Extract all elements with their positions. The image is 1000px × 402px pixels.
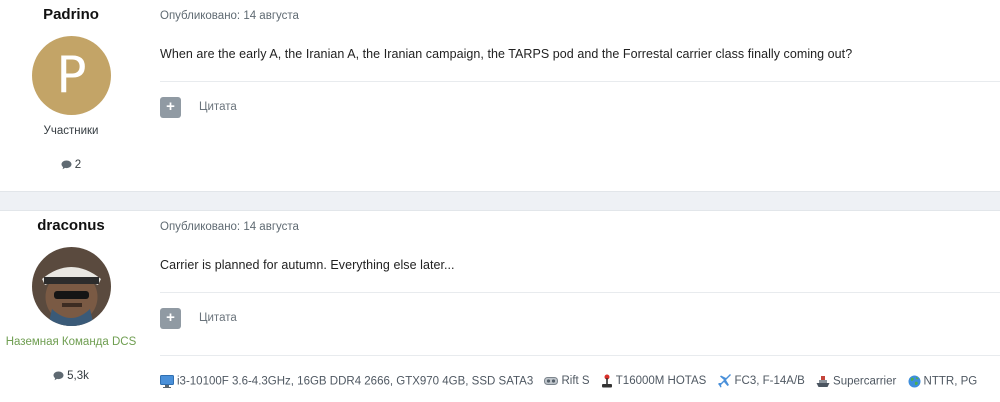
post-padrino: Padrino P Участники 2 Опубликовано: 14 а… <box>0 0 1000 191</box>
author-panel: draconus Наземная Команда DCS 5,3k <box>0 211 142 402</box>
globe-icon <box>908 375 921 387</box>
vr-headset-icon <box>544 376 559 385</box>
avatar-letter: P <box>32 36 111 115</box>
author-name[interactable]: Padrino <box>0 6 142 23</box>
post-body: When are the early A, the Iranian A, the… <box>160 47 853 61</box>
author-name[interactable]: draconus <box>0 217 142 234</box>
member-rank: Наземная Команда DCS <box>5 336 137 348</box>
divider <box>160 292 1000 293</box>
quote-button[interactable]: Цитата <box>199 101 237 113</box>
comment-icon <box>61 160 72 170</box>
joystick-icon <box>601 374 612 388</box>
monitor-icon <box>160 374 174 388</box>
comment-icon <box>53 371 64 381</box>
post-count[interactable]: 2 <box>0 159 142 171</box>
avatar[interactable]: P <box>32 36 111 115</box>
avatar-photo <box>32 247 111 326</box>
post-count-value: 5,3k <box>67 370 89 382</box>
signature-item: NTTR, PG <box>908 375 977 388</box>
author-panel: Padrino P Участники 2 <box>0 0 142 191</box>
plus-icon: + <box>166 309 175 326</box>
avatar[interactable] <box>32 247 111 326</box>
signature-item: Supercarrier <box>816 375 896 388</box>
divider <box>160 81 1000 82</box>
signature-item: Rift S <box>544 375 590 387</box>
ship-icon <box>816 375 830 387</box>
quote-button[interactable]: Цитата <box>199 312 237 324</box>
post-content: Опубликовано: 14 августа When are the ea… <box>160 0 1000 191</box>
signature-item: i3-10100F 3.6-4.3GHz, 16GB DDR4 2666, GT… <box>160 374 533 388</box>
signature: i3-10100F 3.6-4.3GHz, 16GB DDR4 2666, GT… <box>160 374 985 394</box>
post-separator <box>0 191 1000 211</box>
post-count[interactable]: 5,3k <box>0 370 142 382</box>
post-date[interactable]: Опубликовано: 14 августа <box>160 10 299 22</box>
signature-divider <box>160 355 1000 356</box>
multiquote-button[interactable]: + <box>160 97 181 118</box>
post-count-value: 2 <box>74 159 82 171</box>
jet-icon <box>717 374 731 388</box>
post-date[interactable]: Опубликовано: 14 августа <box>160 221 299 233</box>
signature-item: FC3, F-14A/B <box>717 374 805 388</box>
member-rank: Участники <box>43 125 99 137</box>
signature-item: T16000M HOTAS <box>601 374 706 388</box>
multiquote-button[interactable]: + <box>160 308 181 329</box>
plus-icon: + <box>166 98 175 115</box>
post-draconus: draconus Наземная Команда DCS 5,3k Опубл… <box>0 211 1000 402</box>
post-body: Carrier is planned for autumn. Everythin… <box>160 258 455 272</box>
post-content: Опубликовано: 14 августа Carrier is plan… <box>160 211 1000 402</box>
